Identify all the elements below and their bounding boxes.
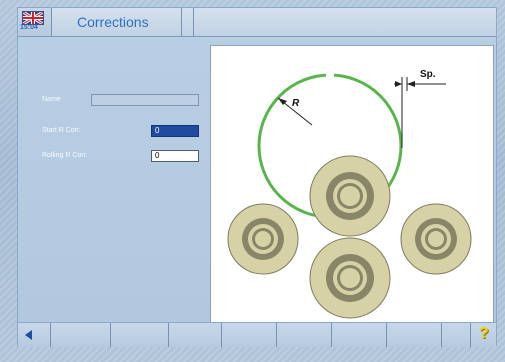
header-empty-area [194, 8, 496, 36]
header-spacer [182, 8, 194, 36]
roll-diagram: R Sp. [227, 69, 472, 319]
spacing-arrow-icon [407, 81, 415, 87]
rolling-r-corr-input[interactable]: 0 [151, 150, 199, 162]
spacing-label: Sp. [420, 69, 436, 80]
start-r-corr-input[interactable]: 0 [151, 125, 199, 137]
start-r-corr-label: Start R Corr. [42, 127, 81, 134]
name-label: Name [42, 96, 61, 103]
footer-button-8[interactable] [442, 323, 471, 347]
corrections-window: 15:04 Corrections Name Start R Corr. 0 R… [17, 7, 497, 347]
left-roller [227, 203, 299, 275]
spacing-left-arrow-icon [395, 81, 402, 87]
back-arrow-icon [25, 330, 32, 340]
top-header: 15:04 Corrections [18, 8, 496, 37]
bottom-roller [309, 237, 391, 319]
clock-time: 15:04 [20, 24, 38, 31]
help-button[interactable]: ? [471, 323, 496, 347]
ring-gap [326, 70, 334, 78]
footer-button-7[interactable] [387, 323, 442, 347]
bottom-toolbar: ? [18, 322, 496, 347]
main-content: Name Start R Corr. 0 Rolling R Corr. 0 R… [18, 37, 496, 337]
language-time-button[interactable]: 15:04 [18, 8, 52, 36]
page-title: Corrections [52, 8, 182, 36]
footer-button-3[interactable] [169, 323, 222, 347]
roll-diagram-panel: R Sp. [210, 45, 494, 337]
top-roller [309, 155, 391, 237]
help-question-icon: ? [479, 325, 489, 342]
footer-button-5[interactable] [277, 323, 332, 347]
footer-button-1[interactable] [51, 323, 111, 347]
radius-label: R [292, 98, 300, 109]
uk-flag-icon [22, 11, 44, 25]
name-field[interactable] [91, 94, 199, 106]
footer-button-6[interactable] [332, 323, 387, 347]
back-button[interactable] [18, 323, 51, 347]
rolling-r-corr-label: Rolling R Corr. [42, 152, 88, 159]
right-roller [400, 203, 472, 275]
footer-button-2[interactable] [111, 323, 169, 347]
footer-button-4[interactable] [222, 323, 277, 347]
